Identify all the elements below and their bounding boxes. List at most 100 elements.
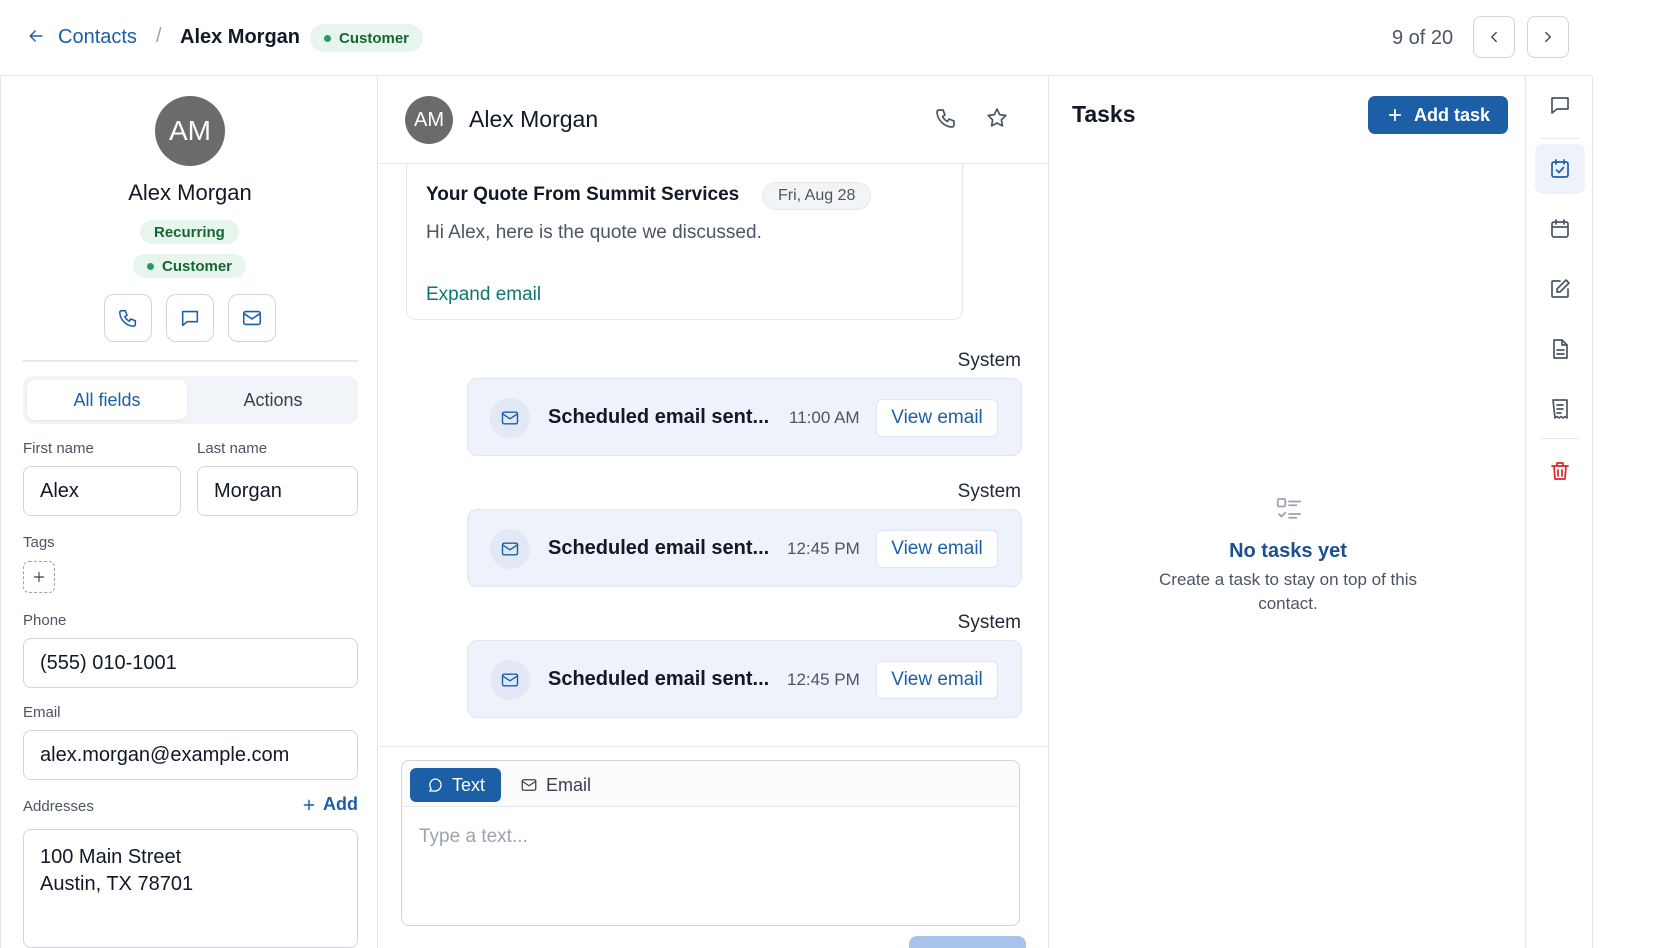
addresses-label: Addresses — [23, 798, 94, 815]
chat-icon[interactable] — [1535, 80, 1585, 130]
tags-label: Tags — [23, 534, 55, 551]
calendar-icon[interactable] — [1535, 204, 1585, 254]
avatar: AM — [405, 96, 453, 144]
contact-profile-panel: AM Alex Morgan Recurring Customer All fi… — [0, 76, 378, 948]
chevron-right-icon — [1545, 31, 1551, 43]
email-message-card: Your Quote From Summit Services Fri, Aug… — [406, 164, 963, 320]
phone-icon — [118, 309, 137, 328]
composer-tab-text-label: Text — [452, 774, 486, 795]
pager-count: 9 of 20 — [1392, 27, 1454, 49]
chevron-left-icon — [1491, 31, 1497, 43]
system-event-title: Scheduled email sent... — [548, 537, 770, 559]
next-contact-button[interactable] — [1527, 16, 1569, 58]
profile-tabs: All fields Actions — [23, 376, 358, 424]
call-button[interactable] — [104, 294, 152, 342]
system-event-title: Scheduled email sent... — [548, 406, 770, 428]
last-name-label: Last name — [197, 440, 268, 457]
expand-email-link[interactable]: Expand email — [426, 284, 541, 306]
conversation-contact-name: Alex Morgan — [469, 106, 599, 132]
email-date-badge: Fri, Aug 28 — [762, 182, 872, 210]
system-event-card: Scheduled email sent... 12:45 PM View em… — [467, 509, 1022, 587]
empty-state-subtitle: Create a task to stay on top of this con… — [1159, 570, 1417, 613]
phone-label: Phone — [23, 612, 67, 629]
profile-name: Alex Morgan — [128, 180, 252, 205]
system-event-time: 12:45 PM — [787, 670, 860, 689]
rail-divider — [1541, 438, 1579, 439]
star-icon[interactable] — [985, 106, 1009, 130]
system-event-time: 11:00 AM — [789, 408, 860, 427]
edit-icon[interactable] — [1535, 264, 1585, 314]
add-task-button[interactable]: Add task — [1368, 96, 1508, 134]
address-line-2: Austin, TX 78701 — [40, 873, 194, 895]
add-address-button[interactable]: Add — [301, 794, 358, 815]
message-button[interactable] — [166, 294, 214, 342]
breadcrumb-separator: / — [156, 25, 162, 47]
email-preview: Hi Alex, here is the quote we discussed. — [426, 222, 762, 243]
system-event-card: Scheduled email sent... 12:45 PM View em… — [467, 640, 1022, 718]
status-dot — [324, 34, 331, 42]
view-email-button[interactable]: View email — [876, 399, 998, 437]
plus-icon — [303, 799, 315, 810]
back-arrow-icon[interactable] — [26, 26, 46, 46]
mail-icon — [242, 310, 262, 326]
conversation-header: AM Alex Morgan — [379, 76, 1049, 164]
recurring-tag: Recurring — [140, 220, 239, 244]
previous-contact-button[interactable] — [1473, 16, 1515, 58]
task-check-icon[interactable] — [1535, 144, 1585, 194]
tasks-title: Tasks — [1072, 101, 1136, 127]
customer-dot — [147, 262, 154, 270]
system-event-card: Scheduled email sent... 11:00 AM View em… — [467, 378, 1022, 456]
first-name-field[interactable]: Alex — [23, 466, 181, 516]
system-sender-label: System — [957, 612, 1021, 633]
view-email-button[interactable]: View email — [876, 530, 998, 568]
add-task-label: Add task — [1413, 104, 1491, 125]
send-button[interactable] — [909, 936, 1026, 948]
tab-actions[interactable]: Actions — [193, 380, 353, 420]
composer-tab-email[interactable]: Email — [520, 768, 591, 802]
conversation-panel: AM Alex Morgan Your Quote From Summit Se… — [379, 76, 1049, 948]
plus-icon — [1388, 108, 1402, 122]
system-event-time: 12:45 PM — [787, 539, 860, 558]
rail-divider — [1541, 138, 1579, 139]
mail-icon — [521, 779, 537, 791]
message-input[interactable]: Type a text... — [419, 826, 528, 848]
first-name-label: First name — [23, 440, 94, 457]
phone-field[interactable]: (555) 010-1001 — [23, 638, 358, 688]
tasks-panel: Tasks Add task No tasks yet Create a tas… — [1050, 76, 1526, 948]
phone-icon[interactable] — [934, 106, 958, 130]
email-label: Email — [23, 704, 61, 721]
breadcrumb-contacts-link[interactable]: Contacts — [58, 26, 137, 49]
empty-state-title: No tasks yet — [1229, 540, 1347, 562]
avatar: AM — [155, 96, 225, 166]
mail-icon — [490, 398, 530, 438]
customer-tag: Customer — [133, 254, 247, 278]
composer-tab-text[interactable]: Text — [410, 768, 502, 802]
add-tag-button[interactable] — [23, 561, 55, 593]
system-sender-label: System — [957, 481, 1021, 502]
mail-icon — [490, 660, 530, 700]
breadcrumb-contact-name: Alex Morgan — [180, 26, 301, 48]
composer-tabs: Text Email — [402, 761, 1019, 807]
composer-tab-email-label: Email — [546, 774, 592, 795]
trash-icon[interactable] — [1535, 446, 1585, 496]
status-badge: Customer — [310, 24, 424, 52]
address-line-1: 100 Main Street — [40, 846, 182, 868]
composer-divider — [379, 746, 1049, 747]
email-button[interactable] — [228, 294, 276, 342]
address-field[interactable]: 100 Main Street Austin, TX 78701 — [23, 829, 358, 948]
top-bar: Contacts / Alex Morgan Customer 9 of 20 — [0, 0, 1592, 76]
document-icon[interactable] — [1535, 324, 1585, 374]
tab-all-fields[interactable]: All fields — [27, 380, 187, 420]
task-list-icon — [1274, 494, 1304, 524]
last-name-field[interactable]: Morgan — [197, 466, 358, 516]
email-subject: Your Quote From Summit Services — [426, 184, 740, 205]
message-icon — [181, 310, 199, 327]
side-rail — [1527, 76, 1593, 948]
chat-bubble-icon — [429, 778, 442, 792]
status-badge-label: Customer — [339, 29, 410, 47]
view-email-button[interactable]: View email — [876, 661, 998, 699]
add-address-label: Add — [323, 794, 358, 814]
system-sender-label: System — [957, 350, 1021, 371]
invoice-icon[interactable] — [1535, 384, 1585, 434]
email-field[interactable]: alex.morgan@example.com — [23, 730, 358, 780]
